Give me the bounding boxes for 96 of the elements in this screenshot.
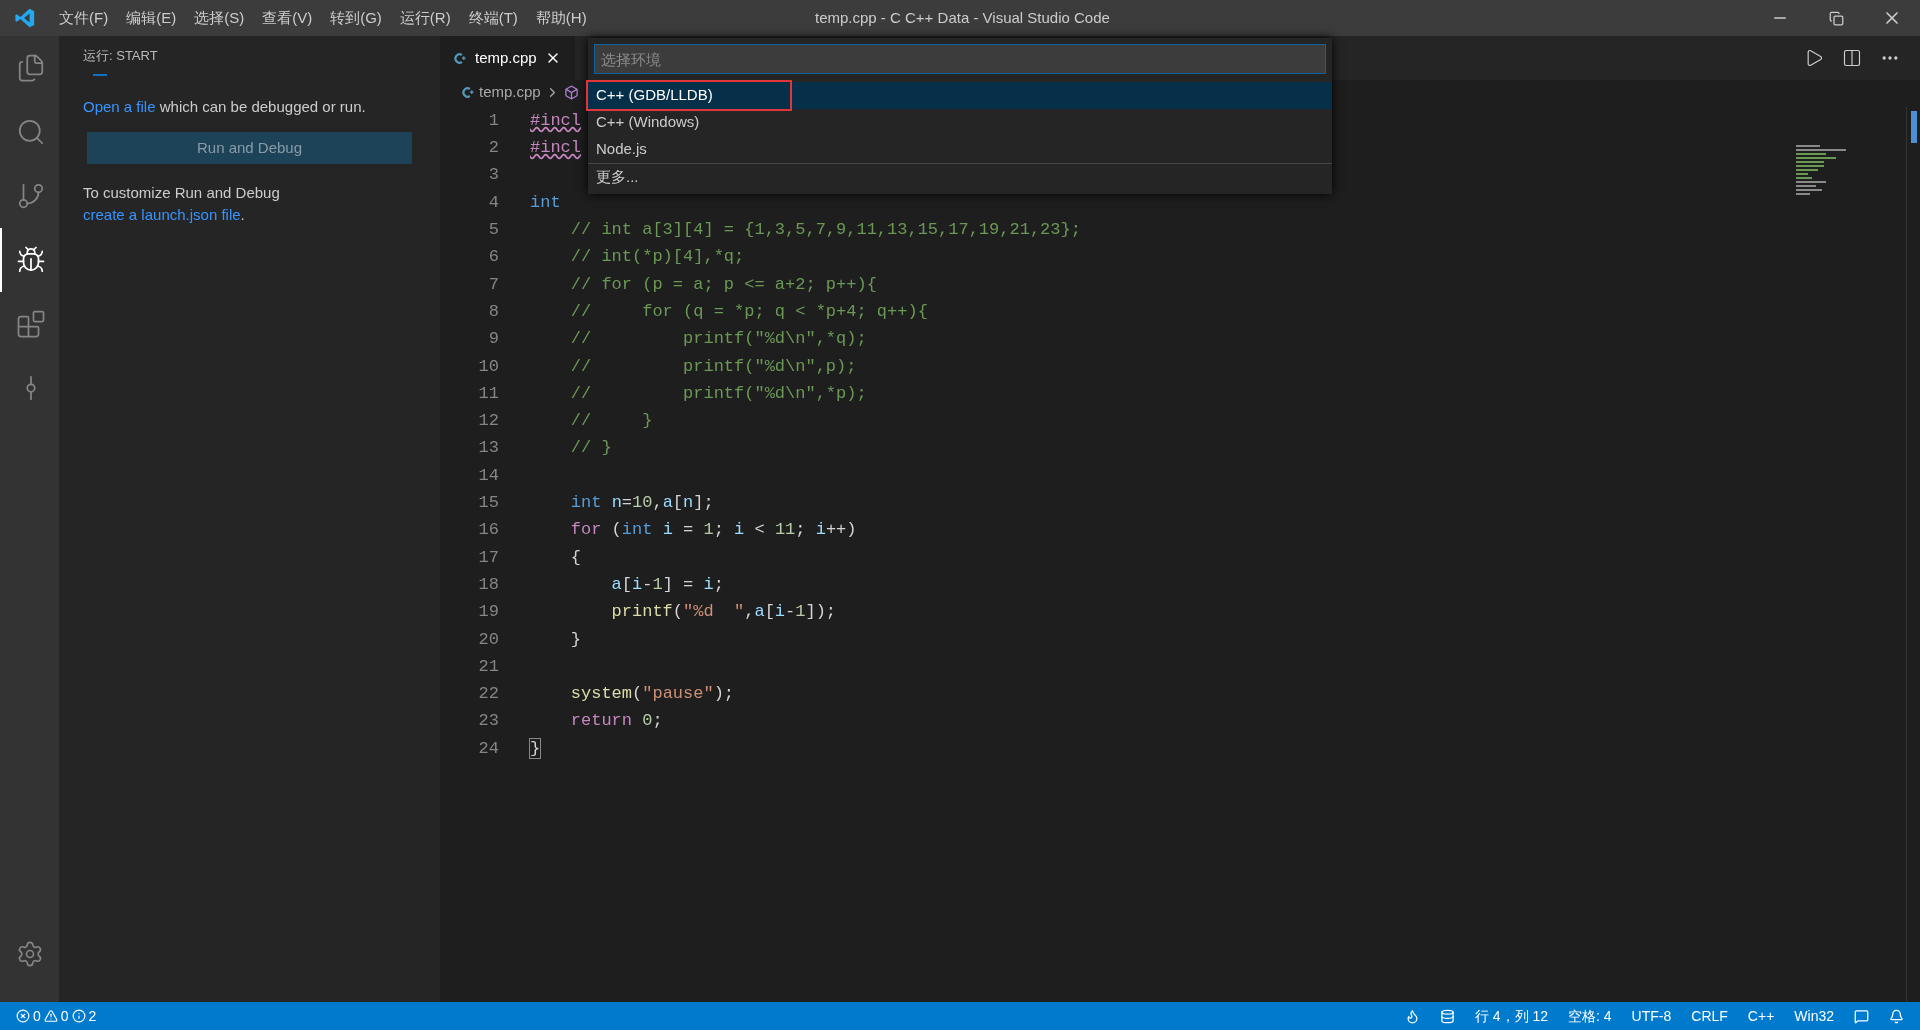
line-number: 13 [477, 437, 499, 460]
minimap-drawing [1796, 145, 1846, 195]
info-icon [71, 1009, 86, 1023]
error-icon [16, 1009, 30, 1023]
tab-label: temp.cpp [475, 47, 537, 68]
line-number: 20 [477, 628, 499, 651]
line-number: 10 [477, 355, 499, 378]
launch-json-link[interactable]: create a launch.json file [83, 206, 241, 223]
code-line: // printf("%d\n",*q); [569, 328, 867, 351]
option-label: 更多... [595, 166, 640, 187]
window-title: temp.cpp - C C++ Data - Visual Studio Code [815, 7, 1110, 28]
status-item[interactable]: 空格: 4 [1568, 1005, 1612, 1027]
environment-option[interactable]: 更多... [588, 163, 1332, 190]
editor-tab[interactable]: temp.cpp [440, 36, 575, 80]
line-number: 15 [477, 492, 499, 515]
code-line: // int a[3][4] = {1,3,5,7,9,11,13,15,17,19,21,23}; [569, 219, 1081, 242]
code-line: int n=10,a[n]; [569, 492, 714, 515]
line-number: 16 [477, 519, 499, 542]
menu-item[interactable]: 查看(V) [253, 6, 322, 30]
cpp-file-icon [454, 51, 467, 65]
database-icon[interactable] [1439, 1008, 1455, 1024]
line-number: 6 [487, 246, 499, 269]
code-line: int [530, 191, 561, 214]
feedback-icon[interactable] [1854, 1008, 1869, 1024]
line-number: 11 [477, 382, 499, 405]
line-number: 12 [477, 410, 499, 433]
line-number: 21 [477, 655, 499, 678]
line-number: 9 [487, 328, 499, 351]
error-count[interactable]: 0 [33, 1005, 41, 1027]
line-number: 23 [477, 710, 499, 733]
warning-count[interactable]: 0 [60, 1005, 69, 1027]
app-logo-icon [14, 7, 36, 29]
run-and-debug-button[interactable]: Run and Debug [87, 132, 412, 164]
menu-item[interactable]: 编辑(E) [117, 6, 186, 30]
warning-icon [43, 1009, 58, 1023]
code-line: // for (p = a; p <= a+2; p++){ [569, 273, 877, 296]
cube-icon [563, 85, 579, 100]
line-number: 18 [477, 573, 499, 596]
option-label: C++ (Windows) [595, 112, 701, 133]
code-line: // printf("%d\n",*p); [569, 382, 867, 405]
code-line: system("pause"); [569, 683, 735, 706]
line-number: 2 [487, 137, 499, 160]
line-number: 7 [487, 273, 499, 296]
code-line: } [530, 737, 541, 760]
menu-item[interactable]: 运行(R) [390, 6, 460, 30]
code-line: // printf("%d\n",p); [569, 355, 857, 378]
line-number: 17 [477, 546, 499, 569]
line-number: 14 [477, 464, 499, 487]
flame-icon[interactable] [1404, 1008, 1420, 1024]
code-line: return 0; [569, 710, 663, 733]
line-number: 3 [487, 164, 499, 187]
intro-text: Open a file which can be debugged or run. [83, 96, 367, 117]
notification-icon[interactable] [1889, 1008, 1904, 1024]
code-line: // } [569, 437, 612, 460]
line-number: 22 [477, 683, 499, 706]
code-line: { [569, 546, 581, 569]
open-file-link[interactable]: Open a file [83, 97, 156, 115]
code-line: #incl [530, 137, 581, 160]
environment-input-field[interactable]: 选择环境 [594, 44, 1326, 74]
status-item[interactable]: Win32 [1794, 1005, 1834, 1027]
line-number: 19 [477, 601, 499, 624]
breadcrumb-item[interactable]: temp.cpp [479, 81, 541, 104]
line-number: 4 [487, 191, 499, 214]
code-line: #incl [530, 109, 581, 132]
line-number: 5 [487, 219, 499, 242]
line-number: 8 [487, 300, 499, 323]
status-item[interactable]: C++ [1747, 1005, 1775, 1027]
code-line: // } [569, 410, 653, 433]
sidebar-title: 运行: START [83, 47, 159, 65]
menu-item[interactable]: 选择(S) [185, 6, 254, 30]
code-line: for (int i = 1; i < 11; i++) [569, 519, 857, 542]
status-item[interactable]: 行 4，列 12 [1474, 1005, 1549, 1027]
option-label: Node.js [595, 139, 648, 160]
environment-option[interactable]: Node.js [588, 136, 1332, 163]
code-line: // for (q = *p; q < *p+4; q++){ [569, 300, 928, 323]
menu-item[interactable]: 转到(G) [321, 6, 391, 30]
restore-icon[interactable] [1828, 10, 1844, 26]
status-item[interactable]: UTF-8 [1631, 1005, 1672, 1027]
environment-option[interactable]: C++ (GDB/LLDB) [588, 82, 1332, 109]
line-number: 1 [487, 109, 499, 132]
menu-item[interactable]: 文件(F) [50, 6, 118, 30]
status-item[interactable]: CRLF [1691, 1005, 1728, 1027]
option-label: C++ (GDB/LLDB) [588, 82, 790, 109]
customize-text: To customize Run and Debug create a launch.json file. [83, 183, 281, 225]
code-line: // int(*p)[4],*q; [569, 246, 745, 269]
menu-item[interactable]: 帮助(H) [526, 6, 596, 30]
cpp-file-icon [462, 86, 475, 99]
code-line: printf("%d ",a[i-1]); [610, 601, 837, 624]
environment-option[interactable]: C++ (Windows) [588, 109, 1332, 136]
split-editor-icon[interactable] [1842, 48, 1862, 68]
code-line: } [569, 628, 581, 651]
line-number: 24 [477, 737, 499, 760]
progress-indicator [93, 73, 107, 76]
code-line: a[i-1] = i; [610, 573, 724, 596]
menu-item[interactable]: 终端(T) [459, 6, 527, 30]
info-count[interactable]: 2 [88, 1005, 97, 1027]
